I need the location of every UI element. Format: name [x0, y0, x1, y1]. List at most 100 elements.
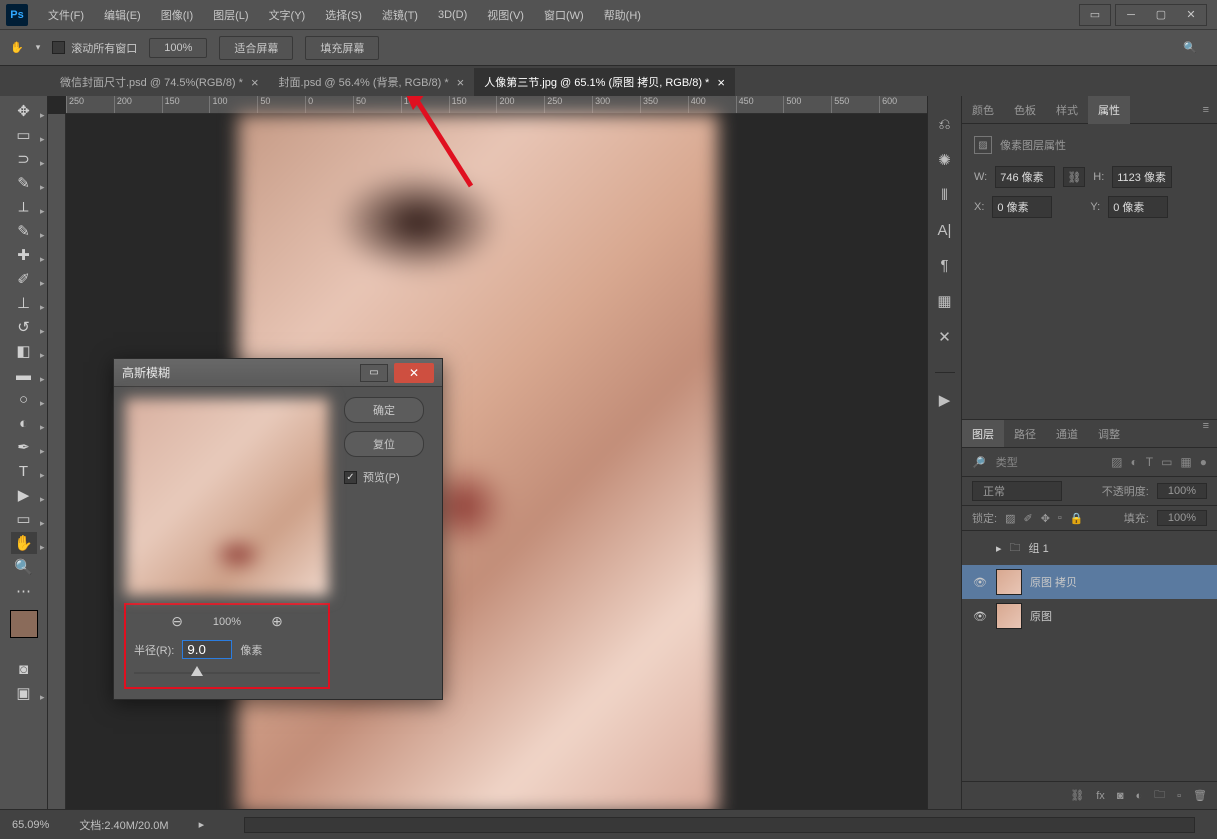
adjustment-icon[interactable]: ◐ [1135, 790, 1142, 802]
lock-artboard-icon[interactable]: ▫ [1058, 512, 1062, 524]
tab-styles[interactable]: 样式 [1046, 96, 1088, 124]
slider-thumb-icon[interactable] [191, 666, 203, 676]
dodge-tool[interactable]: ◐▸ [11, 412, 37, 434]
menu-layer[interactable]: 图层(L) [203, 3, 258, 27]
close-button[interactable]: ✕ [1176, 5, 1206, 25]
character-icon[interactable]: A| [938, 222, 952, 239]
doc-tab-2[interactable]: 封面.psd @ 56.4% (背景, RGB/8) * × [269, 68, 475, 96]
swatches-icon[interactable]: ▦ [937, 292, 951, 310]
fill-screen-button[interactable]: 填充屏幕 [305, 36, 379, 60]
layer-row[interactable]: 👁 原图 [962, 599, 1217, 633]
menu-3d[interactable]: 3D(D) [428, 5, 477, 25]
tab-channels[interactable]: 通道 [1046, 420, 1088, 447]
fx-icon[interactable]: fx [1096, 790, 1105, 802]
layer-thumbnail[interactable] [996, 603, 1022, 629]
dialog-close-button[interactable]: ✕ [394, 363, 434, 383]
new-layer-icon[interactable]: ▫ [1177, 790, 1181, 802]
tab-properties[interactable]: 属性 [1088, 96, 1130, 124]
shape-tool[interactable]: ▭▸ [11, 508, 37, 530]
search-icon[interactable]: 🔍 [1183, 41, 1197, 54]
close-icon[interactable]: × [717, 75, 725, 90]
dialog-preview-image[interactable] [124, 397, 330, 597]
dialog-titlebar[interactable]: 高斯模糊 ▭ ✕ [114, 359, 442, 387]
y-input[interactable]: 0 像素 [1108, 196, 1168, 218]
stamp-tool[interactable]: ⊥▸ [11, 292, 37, 314]
options-chevron-icon[interactable]: ▾ [36, 42, 41, 53]
menu-type[interactable]: 文字(Y) [259, 3, 316, 27]
horizontal-scrollbar[interactable] [244, 817, 1195, 833]
filter-image-icon[interactable]: ▨ [1111, 455, 1122, 469]
tab-paths[interactable]: 路径 [1004, 420, 1046, 447]
tab-layers[interactable]: 图层 [962, 420, 1004, 447]
search-icon[interactable]: 🔎 [972, 456, 986, 469]
link-icon[interactable]: ⛓ [1063, 167, 1085, 187]
pen-tool[interactable]: ✒▸ [11, 436, 37, 458]
group-icon[interactable]: 🗀 [1154, 786, 1165, 805]
layer-row-selected[interactable]: 👁 原图 拷贝 [962, 565, 1217, 599]
blur-tool[interactable]: ○▸ [11, 388, 37, 410]
lock-all-icon[interactable]: 🔒 [1070, 512, 1084, 525]
width-input[interactable]: 746 像素 [995, 166, 1055, 188]
crop-tool[interactable]: ⟂▸ [11, 196, 37, 218]
mask-icon[interactable]: ◙ [1117, 790, 1124, 802]
move-tool[interactable]: ✥▸ [11, 100, 37, 122]
chevron-right-icon[interactable]: ▸ [996, 542, 1002, 555]
close-icon[interactable]: × [457, 75, 465, 90]
fill-input[interactable]: 100% [1157, 510, 1207, 526]
panel-menu-icon[interactable]: ≡ [1203, 420, 1217, 447]
path-select-tool[interactable]: ▶▸ [11, 484, 37, 506]
menu-help[interactable]: 帮助(H) [594, 3, 651, 27]
navigator-icon[interactable]: ✺ [938, 151, 951, 169]
tab-color[interactable]: 颜色 [962, 96, 1004, 124]
reset-button[interactable]: 复位 [344, 431, 424, 457]
history-brush-tool[interactable]: ↺▸ [11, 316, 37, 338]
brush-settings-icon[interactable]: ✕ [938, 328, 951, 346]
zoom-out-icon[interactable]: ⊖ [171, 613, 183, 630]
filter-smart-icon[interactable]: ▦ [1180, 455, 1191, 469]
hand-tool[interactable]: ✋▸ [11, 532, 37, 554]
opacity-input[interactable]: 100% [1157, 483, 1207, 499]
menu-window[interactable]: 窗口(W) [534, 3, 594, 27]
dialog-restore-icon[interactable]: ▭ [360, 364, 388, 382]
maximize-button[interactable]: ▢ [1146, 5, 1176, 25]
lock-position-icon[interactable]: ✥ [1041, 512, 1050, 525]
filter-shape-icon[interactable]: ▭ [1161, 455, 1172, 469]
menu-file[interactable]: 文件(F) [38, 3, 94, 27]
visibility-icon[interactable]: 👁 [972, 576, 988, 589]
panel-menu-icon[interactable]: ≡ [1203, 104, 1217, 116]
histogram-icon[interactable]: ⎌ [938, 116, 950, 133]
menu-select[interactable]: 选择(S) [315, 3, 372, 27]
doc-tab-3[interactable]: 人像第三节.jpg @ 65.1% (原图 拷贝, RGB/8) * × [474, 68, 735, 96]
healing-tool[interactable]: ✚▸ [11, 244, 37, 266]
quick-select-tool[interactable]: ✎▸ [11, 172, 37, 194]
menu-edit[interactable]: 编辑(E) [94, 3, 151, 27]
edit-toolbar[interactable]: ⋯ [11, 580, 37, 602]
lock-transparent-icon[interactable]: ▨ [1005, 512, 1015, 525]
visibility-icon[interactable]: 👁 [972, 610, 988, 623]
zoom-in-icon[interactable]: ⊕ [271, 613, 283, 630]
close-icon[interactable]: × [251, 75, 259, 90]
menu-image[interactable]: 图像(I) [151, 3, 203, 27]
link-layers-icon[interactable]: ⛓ [1070, 789, 1084, 802]
marquee-tool[interactable]: ▭▸ [11, 124, 37, 146]
brush-tool[interactable]: ✐▸ [11, 268, 37, 290]
layer-thumbnail[interactable] [996, 569, 1022, 595]
info-icon[interactable]: ⫴ [941, 187, 947, 204]
status-doc[interactable]: 文档:2.40M/20.0M [79, 817, 168, 833]
radius-slider[interactable] [134, 667, 320, 679]
workspace-icon[interactable]: ▭ [1080, 5, 1110, 25]
trash-icon[interactable]: 🗑 [1193, 789, 1207, 802]
layer-group[interactable]: ▸ 🗀 组 1 [962, 531, 1217, 565]
height-input[interactable]: 1123 像素 [1112, 166, 1172, 188]
eraser-tool[interactable]: ◧▸ [11, 340, 37, 362]
quick-mask-icon[interactable]: ◙ [11, 658, 37, 680]
doc-tab-1[interactable]: 微信封面尺寸.psd @ 74.5%(RGB/8) * × [50, 68, 269, 96]
status-zoom[interactable]: 65.09% [12, 819, 49, 831]
lasso-tool[interactable]: ⊃▸ [11, 148, 37, 170]
chevron-right-icon[interactable]: ▸ [199, 818, 205, 831]
fit-screen-button[interactable]: 适合屏幕 [219, 36, 293, 60]
x-input[interactable]: 0 像素 [992, 196, 1052, 218]
menu-filter[interactable]: 滤镜(T) [372, 3, 428, 27]
preview-checkbox[interactable]: ✓ 预览(P) [344, 469, 424, 485]
tab-swatches[interactable]: 色板 [1004, 96, 1046, 124]
